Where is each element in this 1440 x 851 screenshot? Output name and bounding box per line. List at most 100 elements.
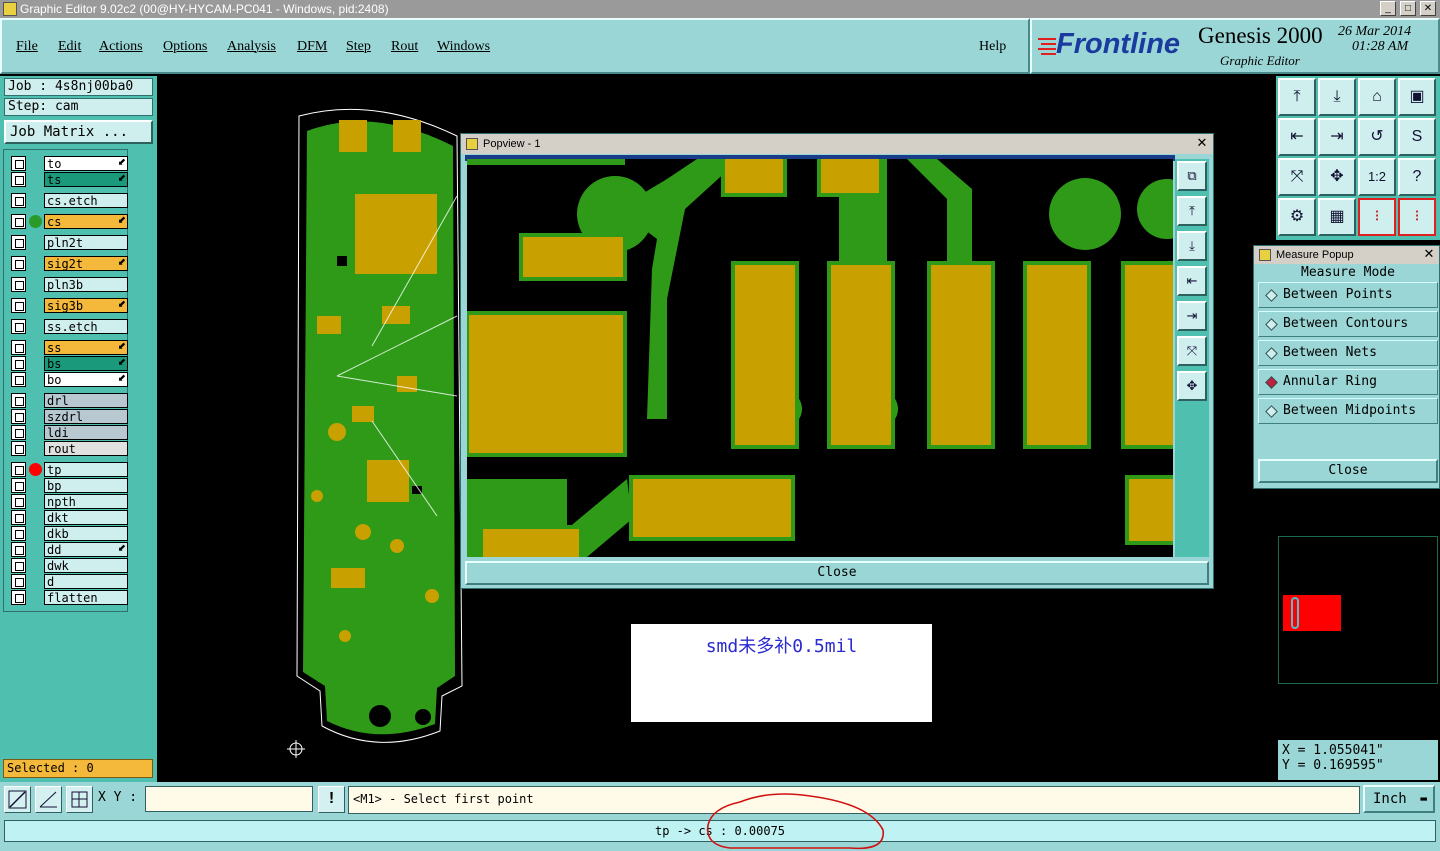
layer-row-drl[interactable]: drl xyxy=(11,393,128,408)
zoom-one-to-two-icon[interactable]: 1:2 xyxy=(1358,158,1396,196)
pan-left-icon[interactable]: ⇤ xyxy=(1278,118,1316,156)
home-icon[interactable]: ⌂ xyxy=(1358,78,1396,116)
layer-checkbox[interactable] xyxy=(11,393,26,408)
menu-help[interactable]: Help xyxy=(979,39,1006,55)
mini-preview[interactable] xyxy=(1278,536,1438,684)
layer-checkbox[interactable] xyxy=(11,298,26,313)
layer-name[interactable]: pln2t xyxy=(44,235,128,250)
layer-row-dwk[interactable]: dwk xyxy=(11,558,128,573)
xy-input[interactable] xyxy=(145,786,313,812)
layer-checkbox[interactable] xyxy=(11,494,26,509)
layer-name[interactable]: ldi xyxy=(44,425,128,440)
layer-name[interactable]: tp xyxy=(44,462,128,477)
popview-zoom-fit-icon[interactable]: ⧉ xyxy=(1177,161,1207,191)
layer-row-cs[interactable]: cs ⬋ xyxy=(11,214,128,229)
popview-zoom-out-icon[interactable]: ✥ xyxy=(1177,371,1207,401)
layer-name[interactable]: pln3b xyxy=(44,277,128,292)
undo-view-icon[interactable]: ↺ xyxy=(1358,118,1396,156)
layer-name[interactable]: sig3b xyxy=(44,298,128,313)
layer-checkbox[interactable] xyxy=(11,277,26,292)
popview-pan-down-icon[interactable]: ⤓ xyxy=(1177,231,1207,261)
layer-name[interactable]: flatten xyxy=(44,590,128,605)
help-icon[interactable]: ? xyxy=(1398,158,1436,196)
layer-row-npth[interactable]: npth xyxy=(11,494,128,509)
layer-row-tp[interactable]: tp xyxy=(11,462,128,477)
layer-name[interactable]: ss xyxy=(44,340,128,355)
measure-tool-icon[interactable]: ⚙ xyxy=(1278,198,1316,236)
layer-name[interactable]: to xyxy=(44,156,128,171)
menu-rout[interactable]: Rout xyxy=(391,39,418,55)
layer-row-d[interactable]: d xyxy=(11,574,128,589)
layer-row-szdrl[interactable]: szdrl xyxy=(11,409,128,424)
layer-checkbox[interactable] xyxy=(11,510,26,525)
job-matrix-button[interactable]: Job Matrix ... xyxy=(4,120,153,144)
layer-name[interactable]: sig2t xyxy=(44,256,128,271)
maximize-button[interactable]: □ xyxy=(1400,1,1416,16)
layer-checkbox[interactable] xyxy=(11,193,26,208)
layer-name[interactable]: npth xyxy=(44,494,128,509)
layer-row-sig2t[interactable]: sig2t ⬋ xyxy=(11,256,128,271)
layer-name[interactable]: dkt xyxy=(44,510,128,525)
measure-option-between-points[interactable]: Between Points xyxy=(1258,282,1438,308)
layer-checkbox[interactable] xyxy=(11,478,26,493)
popview-canvas[interactable] xyxy=(467,159,1173,557)
menu-windows[interactable]: Windows xyxy=(437,39,490,55)
layer-row-ss-etch[interactable]: ss.etch xyxy=(11,319,128,334)
layer-name[interactable]: d xyxy=(44,574,128,589)
measure-close-button[interactable]: Close xyxy=(1258,459,1438,483)
layer-checkbox[interactable] xyxy=(11,409,26,424)
menu-analysis[interactable]: Analysis xyxy=(227,39,276,55)
popview-pan-left-icon[interactable]: ⇤ xyxy=(1177,266,1207,296)
layer-row-dd[interactable]: dd ⬋ xyxy=(11,542,128,557)
pan-up-icon[interactable]: ⤒ xyxy=(1278,78,1316,116)
redraw-icon[interactable]: S xyxy=(1398,118,1436,156)
layer-row-to[interactable]: to ⬋ xyxy=(11,156,128,171)
layer-checkbox[interactable] xyxy=(11,172,26,187)
layer-checkbox[interactable] xyxy=(11,590,26,605)
layer-checkbox[interactable] xyxy=(11,526,26,541)
pan-right-icon[interactable]: ⇥ xyxy=(1318,118,1356,156)
measure-close-icon[interactable]: ✕ xyxy=(1422,247,1436,261)
measure-option-between-midpoints[interactable]: Between Midpoints xyxy=(1258,398,1438,424)
layer-name[interactable]: ss.etch xyxy=(44,319,128,334)
menu-edit[interactable]: Edit xyxy=(58,39,81,55)
layer-toggle-icon[interactable]: ⁝ xyxy=(1358,198,1396,236)
layer-checkbox[interactable] xyxy=(11,441,26,456)
zoom-in-icon[interactable]: ⤧ xyxy=(1278,158,1316,196)
layer-row-dkb[interactable]: dkb xyxy=(11,526,128,541)
layer-row-sig3b[interactable]: sig3b ⬋ xyxy=(11,298,128,313)
popview-close-icon[interactable]: ✕ xyxy=(1195,136,1209,150)
snap-grid-icon[interactable] xyxy=(66,786,93,813)
menu-dfm[interactable]: DFM xyxy=(297,39,327,55)
layer-name[interactable]: szdrl xyxy=(44,409,128,424)
layer-name[interactable]: bs xyxy=(44,356,128,371)
layer-row-bo[interactable]: bo ⬋ xyxy=(11,372,128,387)
layer-checkbox[interactable] xyxy=(11,235,26,250)
popview-pan-up-icon[interactable]: ⤒ xyxy=(1177,196,1207,226)
layer-checkbox[interactable] xyxy=(11,340,26,355)
measure-option-between-nets[interactable]: Between Nets xyxy=(1258,340,1438,366)
layer-checkbox[interactable] xyxy=(11,558,26,573)
layer-row-bs[interactable]: bs ⬋ xyxy=(11,356,128,371)
pan-down-icon[interactable]: ⤓ xyxy=(1318,78,1356,116)
layer-name[interactable]: ts xyxy=(44,172,128,187)
layer-checkbox[interactable] xyxy=(11,356,26,371)
alert-button[interactable]: ! xyxy=(318,786,345,813)
layer-row-ldi[interactable]: ldi xyxy=(11,425,128,440)
net-highlight-icon[interactable]: ⁝ xyxy=(1398,198,1436,236)
layer-checkbox[interactable] xyxy=(11,462,26,477)
layer-name[interactable]: dwk xyxy=(44,558,128,573)
measure-option-annular-ring[interactable]: Annular Ring xyxy=(1258,369,1438,395)
units-select[interactable]: Inch ▬ xyxy=(1363,785,1435,813)
layer-name[interactable]: cs.etch xyxy=(44,193,128,208)
layer-checkbox[interactable] xyxy=(11,256,26,271)
layer-row-pln3b[interactable]: pln3b xyxy=(11,277,128,292)
layer-name[interactable]: bo xyxy=(44,372,128,387)
layer-checkbox[interactable] xyxy=(11,372,26,387)
menu-step[interactable]: Step xyxy=(346,39,371,55)
layer-row-flatten[interactable]: flatten xyxy=(11,590,128,605)
layer-name[interactable]: cs xyxy=(44,214,128,229)
menu-actions[interactable]: Actions xyxy=(99,39,143,55)
layer-row-ss[interactable]: ss ⬋ xyxy=(11,340,128,355)
layer-row-pln2t[interactable]: pln2t xyxy=(11,235,128,250)
